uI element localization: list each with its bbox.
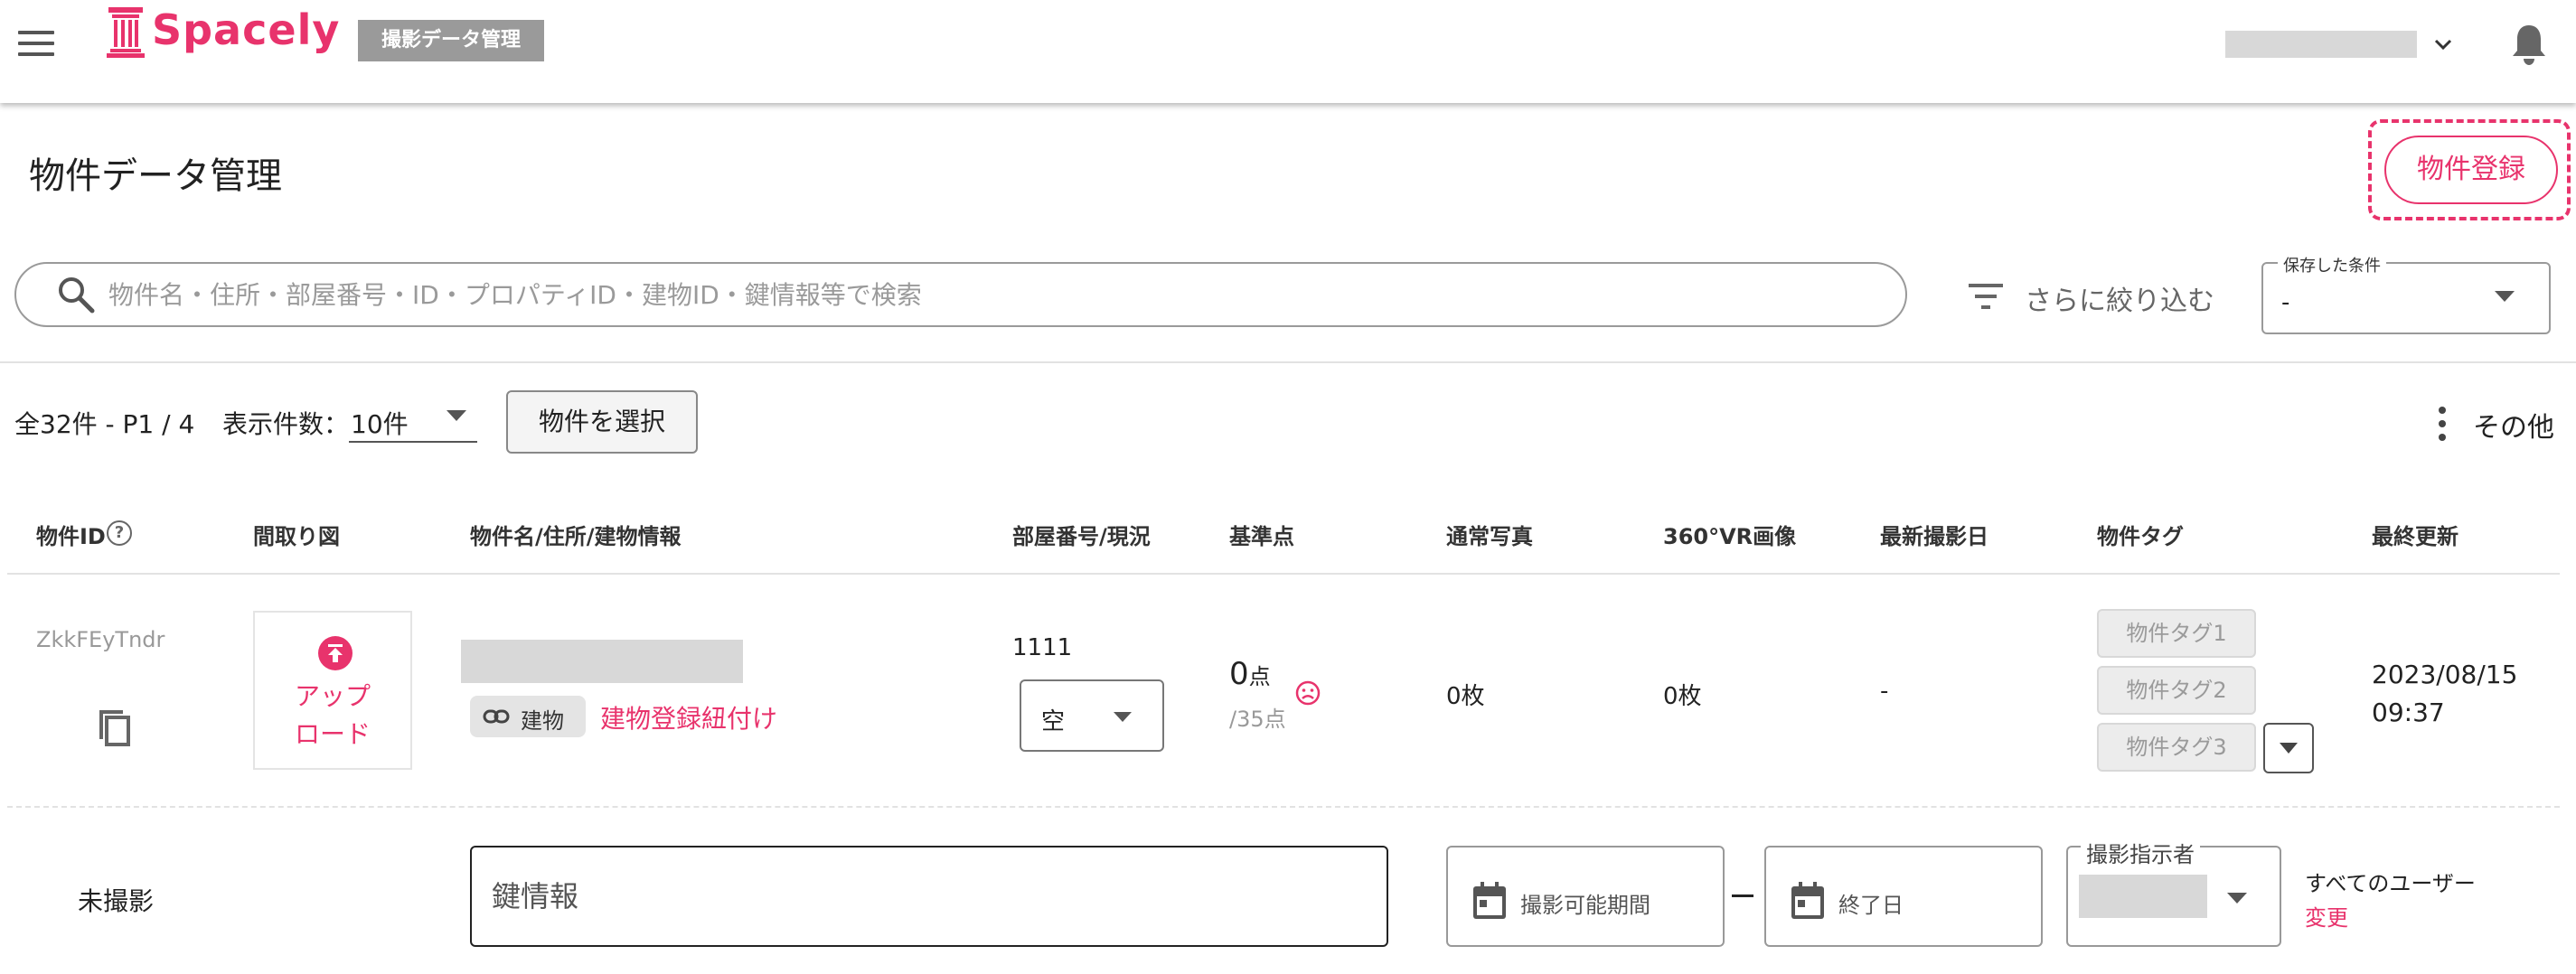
per-page-label: 表示件数： — [222, 409, 350, 439]
vr-count: 0枚 — [1663, 683, 1702, 710]
upload-icon — [318, 636, 353, 670]
column-header-photos: 通常写真 — [1446, 524, 1533, 549]
caret-down-icon — [447, 410, 466, 421]
last-updated-date: 2023/08/15 — [2372, 660, 2518, 689]
floorplan-upload-button[interactable]: アップ ロード — [253, 611, 412, 770]
property-id: ZkkFEyTndr — [36, 627, 165, 652]
upload-label: アップ ロード — [255, 678, 410, 754]
property-name-placeholder — [461, 640, 743, 683]
upload-label-line2: ロード — [294, 719, 371, 749]
app-header: Spacely 撮影データ管理 — [0, 0, 2576, 103]
score-number: 0 — [1229, 656, 1249, 692]
key-info-input[interactable] — [470, 846, 1388, 947]
room-status-value: 空 — [1041, 708, 1066, 735]
shoot-period-start-field[interactable]: 撮影可能期間 — [1446, 846, 1725, 947]
column-header-floorplan: 間取り図 — [253, 524, 340, 549]
building-chip[interactable]: 建物 — [470, 696, 586, 737]
user-scope-label: すべてのユーザー — [2305, 871, 2476, 896]
section-badge: 撮影データ管理 — [358, 20, 544, 61]
upload-label-line1: アップ — [294, 681, 371, 711]
caret-down-icon — [2280, 743, 2298, 754]
room-number: 1111 — [1012, 634, 1073, 661]
logo-text[interactable]: Spacely — [152, 5, 340, 54]
room-status-select[interactable]: 空 — [1020, 679, 1164, 752]
row-divider — [7, 806, 2560, 808]
column-header-room: 部屋番号/現況 — [1012, 524, 1151, 549]
building-chip-label: 建物 — [521, 708, 564, 734]
filter-icon — [1969, 284, 2003, 309]
caret-down-icon — [1114, 712, 1132, 722]
column-header-vr: 360°VR画像 — [1663, 524, 1797, 549]
copy-icon[interactable] — [94, 703, 134, 748]
search-input[interactable] — [108, 267, 1880, 322]
change-scope-link[interactable]: 変更 — [2305, 900, 2348, 932]
shoot-period-end-field[interactable]: 終了日 — [1764, 846, 2043, 947]
link-building-link[interactable]: 建物登録紐付け — [600, 699, 777, 735]
search-icon — [59, 277, 95, 314]
expand-tags-button[interactable] — [2263, 723, 2314, 773]
more-options-label: その他 — [2473, 412, 2554, 444]
saved-conditions-value: - — [2281, 289, 2290, 316]
register-property-button[interactable]: 物件登録 — [2384, 136, 2558, 204]
column-logo-icon — [107, 7, 145, 58]
select-properties-button[interactable]: 物件を選択 — [506, 390, 698, 454]
column-header-score: 基準点 — [1229, 524, 1294, 549]
calendar-icon — [1791, 882, 1824, 919]
score-value: 0点 — [1229, 656, 1271, 692]
saved-conditions-label: 保存した条件 — [2278, 253, 2386, 276]
more-filter-label: さらに絞り込む — [2025, 286, 2214, 317]
photo-count: 0枚 — [1446, 683, 1485, 710]
score-max: /35点 — [1229, 707, 1286, 732]
per-page-value: 10件 — [351, 409, 409, 439]
last-updated-time: 09:37 — [2372, 698, 2445, 727]
more-options-button[interactable]: その他 — [2431, 401, 2558, 448]
result-summary: 全32件 - P1 / 4 — [14, 409, 195, 439]
menu-icon[interactable] — [18, 31, 54, 56]
shoot-director-label: 撮影指示者 — [2081, 837, 2200, 868]
property-tag[interactable]: 物件タグ1 — [2097, 609, 2256, 658]
column-header-updated: 最終更新 — [2372, 524, 2458, 549]
property-tag[interactable]: 物件タグ2 — [2097, 666, 2256, 715]
column-header-id: 物件ID — [36, 524, 106, 549]
property-tag[interactable]: 物件タグ3 — [2097, 723, 2256, 772]
last-shoot-date: - — [1880, 678, 1889, 705]
caret-down-icon — [2495, 291, 2515, 302]
more-vert-icon — [2439, 407, 2448, 443]
score-unit: 点 — [1248, 664, 1271, 689]
bell-icon[interactable] — [2509, 22, 2549, 67]
last-updated: 2023/08/15 09:37 — [2372, 656, 2517, 732]
date-range-separator — [1732, 894, 1753, 897]
per-page-select[interactable]: 10件 — [349, 398, 477, 443]
caret-down-icon — [2227, 893, 2247, 904]
page-title: 物件データ管理 — [29, 155, 282, 197]
shoot-status: 未撮影 — [78, 886, 155, 916]
shoot-director-placeholder — [2079, 875, 2207, 918]
end-date-placeholder: 終了日 — [1838, 893, 1904, 918]
divider — [0, 361, 2576, 363]
more-filter-button[interactable]: さらに絞り込む — [1967, 271, 2229, 322]
column-header-last-shoot: 最新撮影日 — [1880, 524, 1988, 549]
chevron-down-icon[interactable] — [2430, 33, 2457, 56]
user-name-placeholder[interactable] — [2225, 31, 2417, 58]
link-icon — [483, 709, 510, 724]
sad-face-icon — [1295, 680, 1321, 706]
shoot-period-placeholder: 撮影可能期間 — [1520, 893, 1650, 918]
column-header-tags: 物件タグ — [2097, 524, 2184, 549]
column-header-name: 物件名/住所/建物情報 — [470, 524, 682, 549]
calendar-icon — [1473, 882, 1506, 919]
table-header-divider — [7, 573, 2560, 575]
help-icon[interactable]: ? — [107, 520, 132, 546]
